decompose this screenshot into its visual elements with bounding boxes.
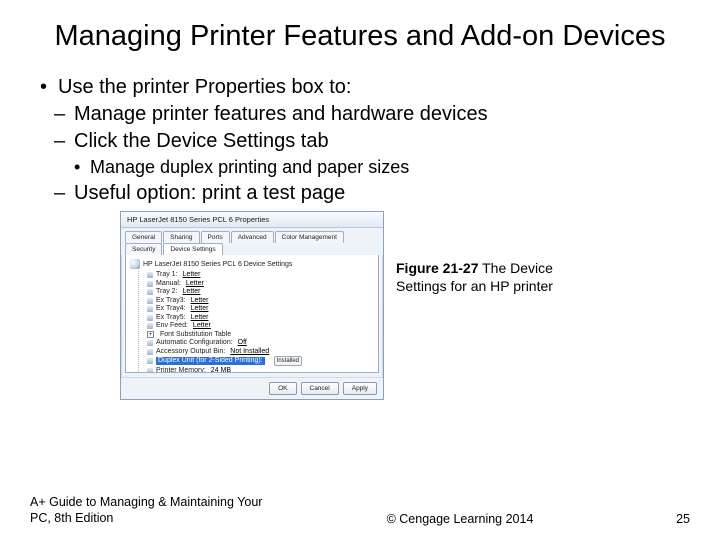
duplex-value[interactable]: Installed [274,356,302,366]
tray5-label: Ex Tray5: [156,314,186,322]
tab-ports[interactable]: Ports [201,231,230,243]
accessory-output-label: Accessory Output Bin: [156,348,225,356]
tray-icon [147,315,153,321]
setting-icon [147,358,153,364]
tab-device-settings[interactable]: Device Settings [163,243,222,255]
tray-icon [147,306,153,312]
expand-icon[interactable]: + [147,331,154,338]
ok-button[interactable]: OK [269,382,296,395]
env-feed-value[interactable]: Letter [193,322,211,330]
tab-security[interactable]: Security [125,243,162,255]
page-number: 25 [640,512,690,526]
setting-icon [147,340,153,346]
bullet-sub2a: Manage duplex printing and paper sizes [30,157,690,178]
tray4-label: Ex Tray4: [156,305,186,313]
tray1-value[interactable]: Letter [183,271,201,279]
footer-guide: A+ Guide to Managing & Maintaining Your … [30,494,280,527]
setting-icon [147,368,153,374]
tray-manual-value[interactable]: Letter [186,280,204,288]
tab-advanced[interactable]: Advanced [231,231,274,243]
dialog-tabs: General Sharing Ports Advanced Color Man… [121,228,383,255]
bullet-sub2: Click the Device Settings tab [30,130,690,153]
printer-icon [130,259,140,269]
bullet-sub1: Manage printer features and hardware dev… [30,103,690,126]
slide-content: Use the printer Properties box to: Manag… [30,76,690,400]
tray3-label: Ex Tray3: [156,297,186,305]
tab-color-management[interactable]: Color Management [275,231,344,243]
tree-root-label: HP LaserJet 8150 Series PCL 6 Device Set… [143,261,292,268]
figure-caption: Figure 21-27 The Device Settings for an … [396,259,586,295]
tray-icon [147,289,153,295]
tray-icon [147,298,153,304]
tray-icon [147,323,153,329]
bullet-main: Use the printer Properties box to: [30,76,690,99]
tray-icon [147,281,153,287]
figure-label: Figure 21-27 [396,260,478,276]
accessory-output-value[interactable]: Not Installed [230,348,269,356]
auto-config-label: Automatic Configuration: [156,339,233,347]
properties-dialog: HP LaserJet 8150 Series PCL 6 Properties… [120,211,384,400]
tray5-value[interactable]: Letter [191,314,209,322]
tray2-label: Tray 2: [156,288,178,296]
printer-memory-value[interactable]: 24 MB [211,367,231,374]
cancel-button[interactable]: Cancel [301,382,339,395]
slide-title: Managing Printer Features and Add-on Dev… [30,18,690,54]
setting-icon [147,349,153,355]
tray-icon [147,272,153,278]
printer-memory-label: Printer Memory: [156,367,206,374]
tray1-label: Tray 1: [156,271,178,279]
tray2-value[interactable]: Letter [183,288,201,296]
dialog-titlebar: HP LaserJet 8150 Series PCL 6 Properties [121,212,383,228]
dialog-body: HP LaserJet 8150 Series PCL 6 Device Set… [125,255,379,373]
tray4-value[interactable]: Letter [191,305,209,313]
tab-general[interactable]: General [125,231,162,243]
env-feed-label: Env Feed: [156,322,188,330]
bullet-sub3: Useful option: print a test page [30,182,690,205]
tray3-value[interactable]: Letter [191,297,209,305]
auto-config-value[interactable]: Off [238,339,247,347]
apply-button[interactable]: Apply [343,382,377,395]
duplex-label: Duplex Unit (for 2-Sided Printing): [158,357,263,364]
font-sub-table[interactable]: Font Substitution Table [160,331,231,339]
footer-copyright: © Cengage Learning 2014 [280,512,640,526]
tab-sharing[interactable]: Sharing [163,231,199,243]
tray-manual-label: Manual: [156,280,181,288]
